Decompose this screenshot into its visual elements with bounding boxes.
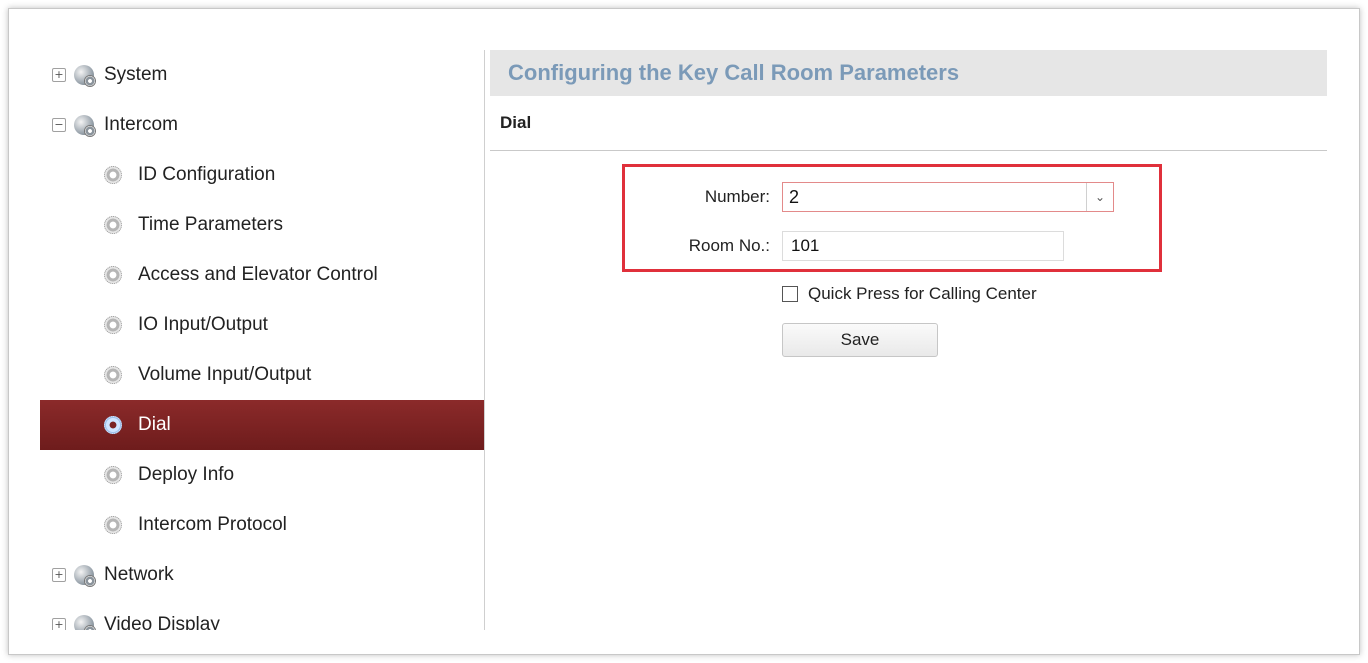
gear-icon (104, 516, 122, 534)
tree-node-label: System (104, 64, 168, 85)
sidebar-tree: + System − Intercom ID Configuration Tim… (40, 50, 485, 630)
number-select[interactable]: 2 ⌄ (782, 182, 1114, 212)
sidebar-item-access-elevator-control[interactable]: Access and Elevator Control (40, 250, 484, 300)
gear-icon (104, 266, 122, 284)
sidebar-item-deploy-info[interactable]: Deploy Info (40, 450, 484, 500)
sidebar-item-label: IO Input/Output (138, 314, 268, 335)
room-label: Room No.: (688, 236, 770, 255)
globe-gear-icon (74, 65, 96, 87)
quick-press-label: Quick Press for Calling Center (808, 284, 1037, 303)
collapse-toggle-icon[interactable]: − (52, 118, 66, 132)
gear-icon (104, 466, 122, 484)
room-number-input[interactable] (782, 231, 1064, 261)
sidebar-item-label: Deploy Info (138, 464, 235, 485)
tree-node-video-display[interactable]: + Video Display (40, 600, 484, 630)
sidebar-item-label: Access and Elevator Control (138, 264, 378, 285)
gear-icon (104, 216, 122, 234)
globe-gear-icon (74, 115, 96, 137)
tree-node-label: Intercom (104, 114, 178, 135)
globe-gear-icon (74, 565, 96, 587)
sidebar-item-volume-input-output[interactable]: Volume Input/Output (40, 350, 484, 400)
quick-press-checkbox[interactable] (782, 286, 798, 302)
tree-node-label: Video Display (104, 614, 220, 630)
sidebar-item-io-input-output[interactable]: IO Input/Output (40, 300, 484, 350)
number-row: Number: 2 ⌄ (640, 182, 1114, 212)
globe-gear-icon (74, 615, 96, 630)
gear-icon (104, 166, 122, 184)
number-label: Number: (704, 187, 770, 206)
expand-toggle-icon[interactable]: + (52, 568, 66, 582)
page-header: Configuring the Key Call Room Parameters (490, 50, 1327, 96)
chevron-down-icon[interactable]: ⌄ (1086, 183, 1113, 211)
sidebar-item-label: ID Configuration (138, 164, 276, 185)
sidebar-item-time-parameters[interactable]: Time Parameters (40, 200, 484, 250)
sidebar-item-label: Intercom Protocol (138, 514, 287, 535)
expand-toggle-icon[interactable]: + (52, 618, 66, 630)
number-select-value: 2 (789, 186, 800, 207)
expand-toggle-icon[interactable]: + (52, 68, 66, 82)
gear-icon (104, 416, 122, 434)
section-title: Dial (490, 96, 1327, 151)
sidebar-item-dial[interactable]: Dial (40, 400, 484, 450)
sidebar-item-label: Time Parameters (138, 214, 283, 235)
save-row: Save (782, 323, 938, 357)
room-row: Room No.: (640, 231, 1064, 261)
page-title: Configuring the Key Call Room Parameters (508, 60, 960, 85)
sidebar-item-label: Dial (138, 414, 171, 435)
quick-press-row: Quick Press for Calling Center (782, 284, 1037, 304)
sidebar-item-label: Volume Input/Output (138, 364, 312, 385)
sidebar-item-id-configuration[interactable]: ID Configuration (40, 150, 484, 200)
tree-node-intercom[interactable]: − Intercom (40, 100, 484, 150)
gear-icon (104, 316, 122, 334)
tree-node-label: Network (104, 564, 174, 585)
sidebar-item-intercom-protocol[interactable]: Intercom Protocol (40, 500, 484, 550)
gear-icon (104, 366, 122, 384)
tree-node-system[interactable]: + System (40, 50, 484, 100)
save-button[interactable]: Save (782, 323, 938, 357)
tree-node-network[interactable]: + Network (40, 550, 484, 600)
